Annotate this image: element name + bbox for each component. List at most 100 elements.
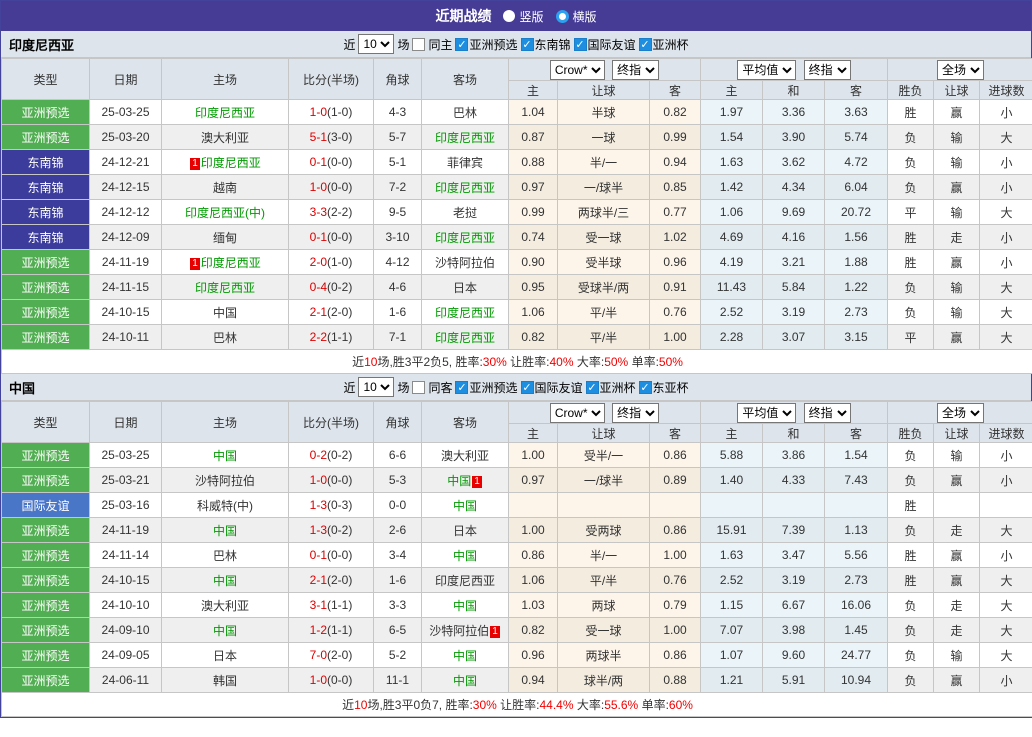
team-name-link[interactable]: 菲律宾 (447, 156, 483, 170)
home-team[interactable]: 中国 (162, 300, 289, 325)
score[interactable]: 0-1(0-0) (289, 225, 374, 250)
team-name-link[interactable]: 中国 (213, 574, 237, 588)
fulltime-score[interactable]: 2-1 (310, 573, 327, 587)
away-team[interactable]: 沙特阿拉伯 (422, 250, 509, 275)
home-team[interactable]: 澳大利亚 (162, 125, 289, 150)
team-name-link[interactable]: 越南 (213, 181, 237, 195)
away-team[interactable]: 印度尼西亚 (422, 125, 509, 150)
league-filter[interactable]: ✓亚洲杯 (586, 379, 636, 396)
home-team[interactable]: 韩国 (162, 668, 289, 693)
team-name-link[interactable]: 印度尼西亚 (435, 331, 495, 345)
league-filter[interactable]: ✓东南锦 (521, 36, 571, 53)
fulltime-score[interactable]: 0-4 (310, 280, 327, 294)
final-index-select[interactable]: 终指 (612, 60, 659, 80)
league-type[interactable]: 东南锦 (2, 175, 90, 200)
league-type[interactable]: 亚洲预选 (2, 100, 90, 125)
score[interactable]: 5-1(3-0) (289, 125, 374, 150)
fulltime-score[interactable]: 1-3 (310, 523, 327, 537)
score[interactable]: 0-1(0-0) (289, 150, 374, 175)
league-type[interactable]: 亚洲预选 (2, 568, 90, 593)
home-team[interactable]: 巴林 (162, 325, 289, 350)
team-name-link[interactable]: 科威特(中) (197, 499, 253, 513)
team-name-link[interactable]: 印度尼西亚 (435, 131, 495, 145)
team-name-link[interactable]: 印度尼西亚 (201, 256, 261, 270)
league-type[interactable]: 亚洲预选 (2, 250, 90, 275)
home-team[interactable]: 科威特(中) (162, 493, 289, 518)
fulltime-score[interactable]: 7-0 (310, 648, 327, 662)
odds-company-select[interactable]: Crow* (550, 403, 605, 423)
score[interactable]: 0-2(0-2) (289, 443, 374, 468)
home-team[interactable]: 中国 (162, 518, 289, 543)
home-team[interactable]: 缅甸 (162, 225, 289, 250)
fulltime-score[interactable]: 1-0 (310, 180, 327, 194)
league-type[interactable]: 国际友谊 (2, 493, 90, 518)
home-team[interactable]: 印度尼西亚(中) (162, 200, 289, 225)
league-filter[interactable]: ✓国际友谊 (574, 36, 636, 53)
fulltime-score[interactable]: 0-1 (310, 155, 327, 169)
team-name-link[interactable]: 沙特阿拉伯 (429, 624, 489, 638)
score[interactable]: 1-2(1-1) (289, 618, 374, 643)
fulltime-select[interactable]: 全场 (937, 60, 984, 80)
average-select[interactable]: 平均值 (737, 403, 796, 423)
team-name-link[interactable]: 印度尼西亚 (195, 281, 255, 295)
home-team[interactable]: 中国 (162, 618, 289, 643)
score[interactable]: 7-0(2-0) (289, 643, 374, 668)
fulltime-score[interactable]: 1-3 (310, 498, 327, 512)
team-name-link[interactable]: 巴林 (213, 549, 237, 563)
league-filter[interactable]: ✓东亚杯 (639, 379, 689, 396)
average-select[interactable]: 平均值 (737, 60, 796, 80)
team-name-link[interactable]: 中国 (213, 306, 237, 320)
fulltime-select[interactable]: 全场 (937, 403, 984, 423)
league-type[interactable]: 亚洲预选 (2, 300, 90, 325)
away-team[interactable]: 印度尼西亚 (422, 325, 509, 350)
team-name-link[interactable]: 中国 (213, 624, 237, 638)
home-team[interactable]: 沙特阿拉伯 (162, 468, 289, 493)
team-name-link[interactable]: 沙特阿拉伯 (195, 474, 255, 488)
league-type[interactable]: 亚洲预选 (2, 468, 90, 493)
away-team[interactable]: 巴林 (422, 100, 509, 125)
away-team[interactable]: 印度尼西亚 (422, 175, 509, 200)
league-type[interactable]: 亚洲预选 (2, 668, 90, 693)
team-name-link[interactable]: 中国 (453, 599, 477, 613)
team-name-link[interactable]: 缅甸 (213, 231, 237, 245)
home-team[interactable]: 1印度尼西亚 (162, 150, 289, 175)
fulltime-score[interactable]: 5-1 (310, 130, 327, 144)
home-team[interactable]: 中国 (162, 568, 289, 593)
score[interactable]: 2-2(1-1) (289, 325, 374, 350)
match-count-select[interactable]: 10 (358, 377, 394, 397)
league-type[interactable]: 亚洲预选 (2, 125, 90, 150)
layout-vertical-option[interactable]: 竖版 (503, 8, 543, 25)
league-type[interactable]: 亚洲预选 (2, 518, 90, 543)
away-team[interactable]: 日本 (422, 275, 509, 300)
team-name-link[interactable]: 日本 (453, 524, 477, 538)
team-name-link[interactable]: 韩国 (213, 674, 237, 688)
league-type[interactable]: 东南锦 (2, 200, 90, 225)
league-type[interactable]: 亚洲预选 (2, 325, 90, 350)
away-team[interactable]: 印度尼西亚 (422, 568, 509, 593)
away-team[interactable]: 中国 (422, 543, 509, 568)
score[interactable]: 2-1(2-0) (289, 568, 374, 593)
score[interactable]: 1-0(1-0) (289, 100, 374, 125)
score[interactable]: 1-3(0-3) (289, 493, 374, 518)
match-count-select[interactable]: 10 (358, 34, 394, 54)
league-type[interactable]: 东南锦 (2, 225, 90, 250)
score[interactable]: 0-1(0-0) (289, 543, 374, 568)
team-name-link[interactable]: 沙特阿拉伯 (435, 256, 495, 270)
same-away-checkbox[interactable] (412, 381, 425, 394)
away-team[interactable]: 印度尼西亚 (422, 300, 509, 325)
away-team[interactable]: 中国 (422, 593, 509, 618)
fulltime-score[interactable]: 2-1 (310, 305, 327, 319)
score[interactable]: 2-1(2-0) (289, 300, 374, 325)
away-team[interactable]: 中国 (422, 643, 509, 668)
team-name-link[interactable]: 中国 (213, 524, 237, 538)
team-name-link[interactable]: 印度尼西亚 (435, 181, 495, 195)
score[interactable]: 2-0(1-0) (289, 250, 374, 275)
league-filter[interactable]: ✓亚洲预选 (455, 379, 517, 396)
team-name-link[interactable]: 日本 (213, 649, 237, 663)
team-name-link[interactable]: 中国 (447, 474, 471, 488)
home-team[interactable]: 巴林 (162, 543, 289, 568)
league-filter[interactable]: ✓亚洲预选 (455, 36, 517, 53)
fulltime-score[interactable]: 1-0 (310, 673, 327, 687)
home-team[interactable]: 中国 (162, 443, 289, 468)
score[interactable]: 1-3(0-2) (289, 518, 374, 543)
